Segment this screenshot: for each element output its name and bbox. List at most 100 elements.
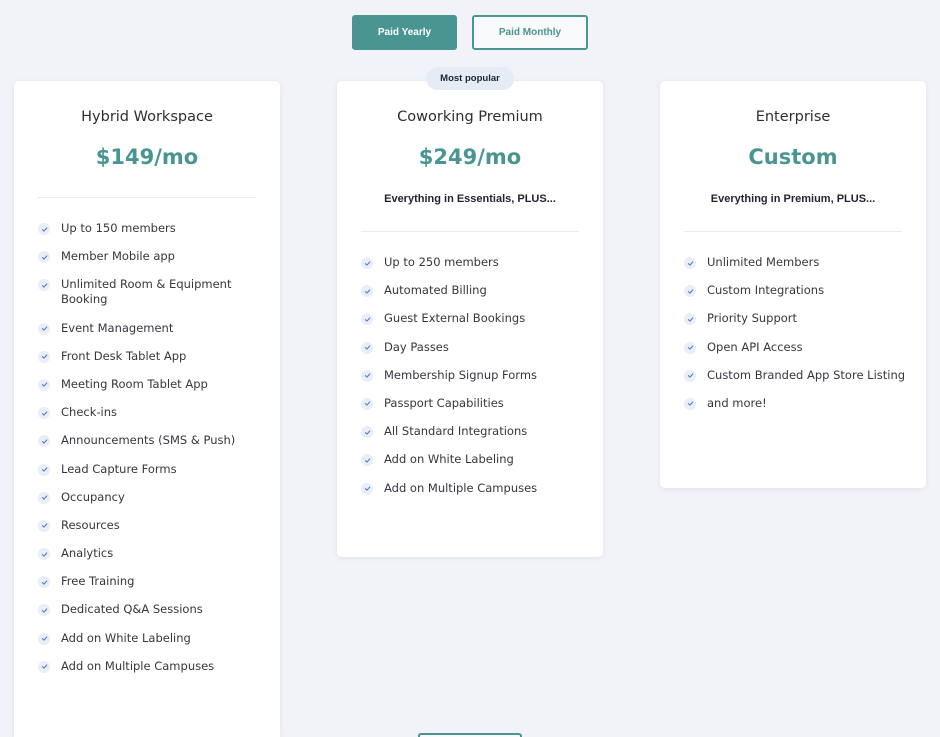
- check-icon: [684, 285, 696, 298]
- feature-label: Add on Multiple Campuses: [384, 480, 538, 495]
- feature-item: Check-ins: [38, 405, 264, 420]
- plan-card-coworking-premium: Most popular Coworking Premium $249/mo E…: [337, 67, 603, 557]
- feature-item: Automated Billing: [361, 283, 587, 298]
- feature-item: Membership Signup Forms: [361, 368, 587, 383]
- feature-label: Membership Signup Forms: [384, 367, 538, 382]
- check-icon: [38, 378, 50, 391]
- feature-label: Check-ins: [61, 405, 118, 420]
- feature-item: Add on White Labeling: [38, 631, 264, 646]
- check-icon: [38, 632, 50, 645]
- pricing-page: Paid Yearly Paid Monthly Hybrid Workspac…: [0, 0, 940, 737]
- feature-label: Unlimited Room & Equipment Booking: [61, 277, 232, 307]
- plan-name: Coworking Premium: [397, 109, 543, 125]
- feature-item: Up to 250 members: [361, 255, 587, 270]
- check-icon: [38, 251, 50, 264]
- feature-label: Dedicated Q&A Sessions: [61, 602, 203, 617]
- check-icon: [38, 604, 50, 617]
- check-icon: [38, 519, 50, 532]
- feature-label: Up to 250 members: [384, 255, 499, 269]
- feature-item: Add on Multiple Campuses: [38, 659, 264, 674]
- check-icon: [38, 223, 50, 235]
- feature-label: Automated Billing: [384, 283, 487, 298]
- check-icon: [361, 313, 373, 326]
- feature-label: Up to 150 members: [61, 221, 176, 235]
- check-icon: [38, 407, 50, 420]
- feature-label: Occupancy: [61, 489, 125, 504]
- check-icon: [684, 257, 696, 269]
- divider: [684, 231, 902, 232]
- check-icon: [361, 397, 373, 410]
- check-icon: [38, 660, 50, 673]
- feature-item: Open API Access: [684, 340, 910, 355]
- feature-label: Add on White Labeling: [384, 452, 514, 467]
- check-icon: [38, 491, 50, 504]
- check-icon: [361, 341, 373, 354]
- feature-list: Up to 250 members Automated Billing Guest …: [361, 255, 587, 509]
- feature-item: Custom Integrations: [684, 283, 910, 298]
- feature-item: Custom Branded App Store Listing: [684, 368, 910, 383]
- feature-label: Open API Access: [707, 339, 803, 354]
- check-icon: [38, 576, 50, 589]
- divider: [38, 197, 256, 198]
- feature-item: Analytics: [38, 546, 264, 561]
- feature-item: Member Mobile app: [38, 249, 264, 264]
- feature-item: Unlimited Room & Equipment Booking: [38, 277, 264, 307]
- most-popular-badge: Most popular: [426, 67, 514, 90]
- feature-item: Add on White Labeling: [361, 452, 587, 467]
- feature-item: Add on Multiple Campuses: [361, 481, 587, 496]
- feature-label: Guest External Bookings: [384, 311, 526, 326]
- feature-item: Passport Capabilities: [361, 396, 587, 411]
- paid-yearly-button[interactable]: Paid Yearly: [352, 15, 457, 50]
- plan-card-hybrid-workspace: Hybrid Workspace $149/mo Up to 150 membe…: [14, 81, 280, 737]
- feature-label: All Standard Integrations: [384, 424, 528, 439]
- feature-item: All Standard Integrations: [361, 424, 587, 439]
- check-icon: [361, 454, 373, 467]
- check-icon: [684, 341, 696, 354]
- feature-item: Front Desk Tablet App: [38, 349, 264, 364]
- check-icon: [38, 350, 50, 363]
- plan-name: Hybrid Workspace: [81, 109, 213, 125]
- feature-label: Front Desk Tablet App: [61, 348, 187, 363]
- paid-monthly-button[interactable]: Paid Monthly: [472, 15, 588, 50]
- feature-item: Dedicated Q&A Sessions: [38, 602, 264, 617]
- check-icon: [361, 285, 373, 298]
- feature-label: Passport Capabilities: [384, 395, 504, 410]
- feature-label: Add on Multiple Campuses: [61, 658, 215, 673]
- bottom-button[interactable]: [418, 733, 522, 737]
- feature-label: Announcements (SMS & Push): [61, 433, 236, 448]
- feature-item: Meeting Room Tablet App: [38, 377, 264, 392]
- check-icon: [684, 397, 696, 410]
- feature-item: and more!: [684, 396, 910, 411]
- feature-label: Add on White Labeling: [61, 630, 191, 645]
- feature-list: Up to 150 members Member Mobile app Unlimi…: [38, 221, 264, 687]
- feature-item: Occupancy: [38, 490, 264, 505]
- feature-label: and more!: [707, 395, 767, 410]
- check-icon: [361, 369, 373, 382]
- feature-label: Unlimited Members: [707, 255, 820, 269]
- plan-price: Custom: [748, 145, 838, 169]
- feature-label: Resources: [61, 517, 120, 532]
- feature-list: Unlimited Members Custom Integrations Prio…: [684, 255, 910, 424]
- feature-label: Analytics: [61, 546, 114, 561]
- feature-item: Free Training: [38, 574, 264, 589]
- feature-item: Guest External Bookings: [361, 311, 587, 326]
- feature-label: Free Training: [61, 574, 135, 589]
- check-icon: [38, 322, 50, 335]
- feature-item: Day Passes: [361, 340, 587, 355]
- plan-price: $149/mo: [95, 145, 199, 169]
- feature-label: Member Mobile app: [61, 249, 175, 264]
- feature-label: Priority Support: [707, 311, 798, 326]
- feature-label: Event Management: [61, 320, 174, 335]
- feature-label: Meeting Room Tablet App: [61, 376, 208, 391]
- billing-toggle: Paid Yearly Paid Monthly: [352, 15, 588, 50]
- check-icon: [38, 548, 50, 561]
- check-icon: [361, 426, 373, 439]
- plan-price: $249/mo: [418, 145, 522, 169]
- check-icon: [361, 257, 373, 269]
- feature-item: Announcements (SMS & Push): [38, 433, 264, 448]
- feature-label: Custom Integrations: [707, 283, 825, 298]
- plan-tagline: Everything in Premium, PLUS...: [710, 193, 876, 205]
- check-icon: [38, 463, 50, 476]
- feature-item: Priority Support: [684, 311, 910, 326]
- plan-tagline: Everything in Essentials, PLUS...: [384, 193, 556, 205]
